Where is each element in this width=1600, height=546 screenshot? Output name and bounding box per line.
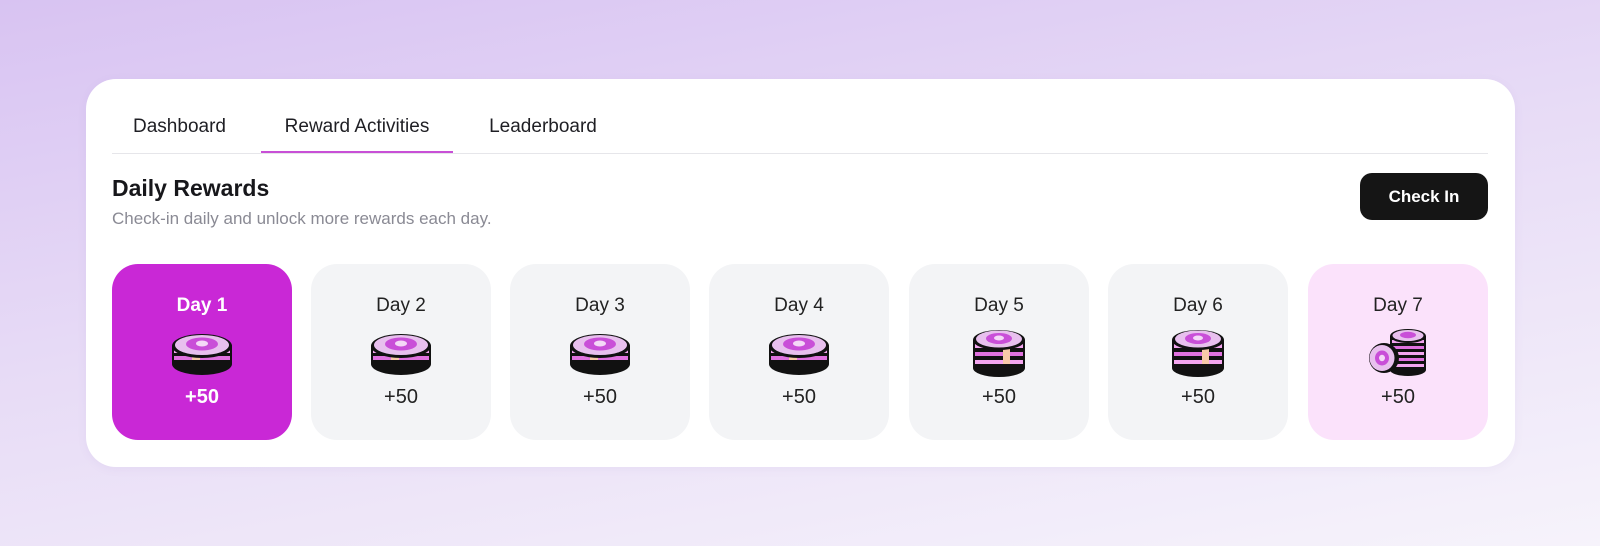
tab-leaderboard[interactable]: Leaderboard [467,101,619,153]
day-label: Day 5 [974,295,1024,316]
day-label: Day 4 [774,295,824,316]
day-label: Day 3 [575,295,625,316]
day-label: Day 2 [376,295,426,316]
check-in-button[interactable]: Check In [1360,173,1488,220]
day-reward-value: +50 [1381,386,1415,408]
rewards-card: Dashboard Reward Activities Leaderboard … [86,79,1515,467]
coin-pile-icon [1366,324,1430,378]
day-reward-value: +50 [782,386,816,408]
day-reward-value: +50 [583,386,617,408]
coin-stack-tall-icon [1166,324,1230,378]
day-label: Day 7 [1373,295,1423,316]
tab-reward-activities[interactable]: Reward Activities [261,101,453,153]
tab-dashboard[interactable]: Dashboard [112,101,247,153]
day-label: Day 1 [176,295,228,316]
day-reward-value: +50 [1181,386,1215,408]
section-title: Daily Rewards [112,175,270,201]
day-card-3[interactable]: Day 3 +50 [510,264,690,440]
day-card-4[interactable]: Day 4 +50 [709,264,889,440]
coin-stack-icon [170,324,234,378]
tab-bar: Dashboard Reward Activities Leaderboard [112,101,1488,154]
day-card-2[interactable]: Day 2 +50 [311,264,491,440]
coin-stack-icon [369,324,433,378]
day-card-6[interactable]: Day 6 +50 [1108,264,1288,440]
day-label: Day 6 [1173,295,1223,316]
section-subtitle: Check-in daily and unlock more rewards e… [112,209,492,228]
coin-stack-icon [568,324,632,378]
coin-stack-tall-icon [967,324,1031,378]
day-card-1[interactable]: Day 1 +50 [112,264,292,440]
day-card-5[interactable]: Day 5 +50 [909,264,1089,440]
day-reward-value: +50 [384,386,418,408]
day-reward-value: +50 [982,386,1016,408]
day-reward-value: +50 [185,386,219,408]
day-card-7[interactable]: Day 7 +50 [1308,264,1488,440]
day-list: Day 1 +50 Day 2 +50 Day 3 +50 Day 4 +50 … [112,264,1488,440]
coin-stack-icon [767,324,831,378]
